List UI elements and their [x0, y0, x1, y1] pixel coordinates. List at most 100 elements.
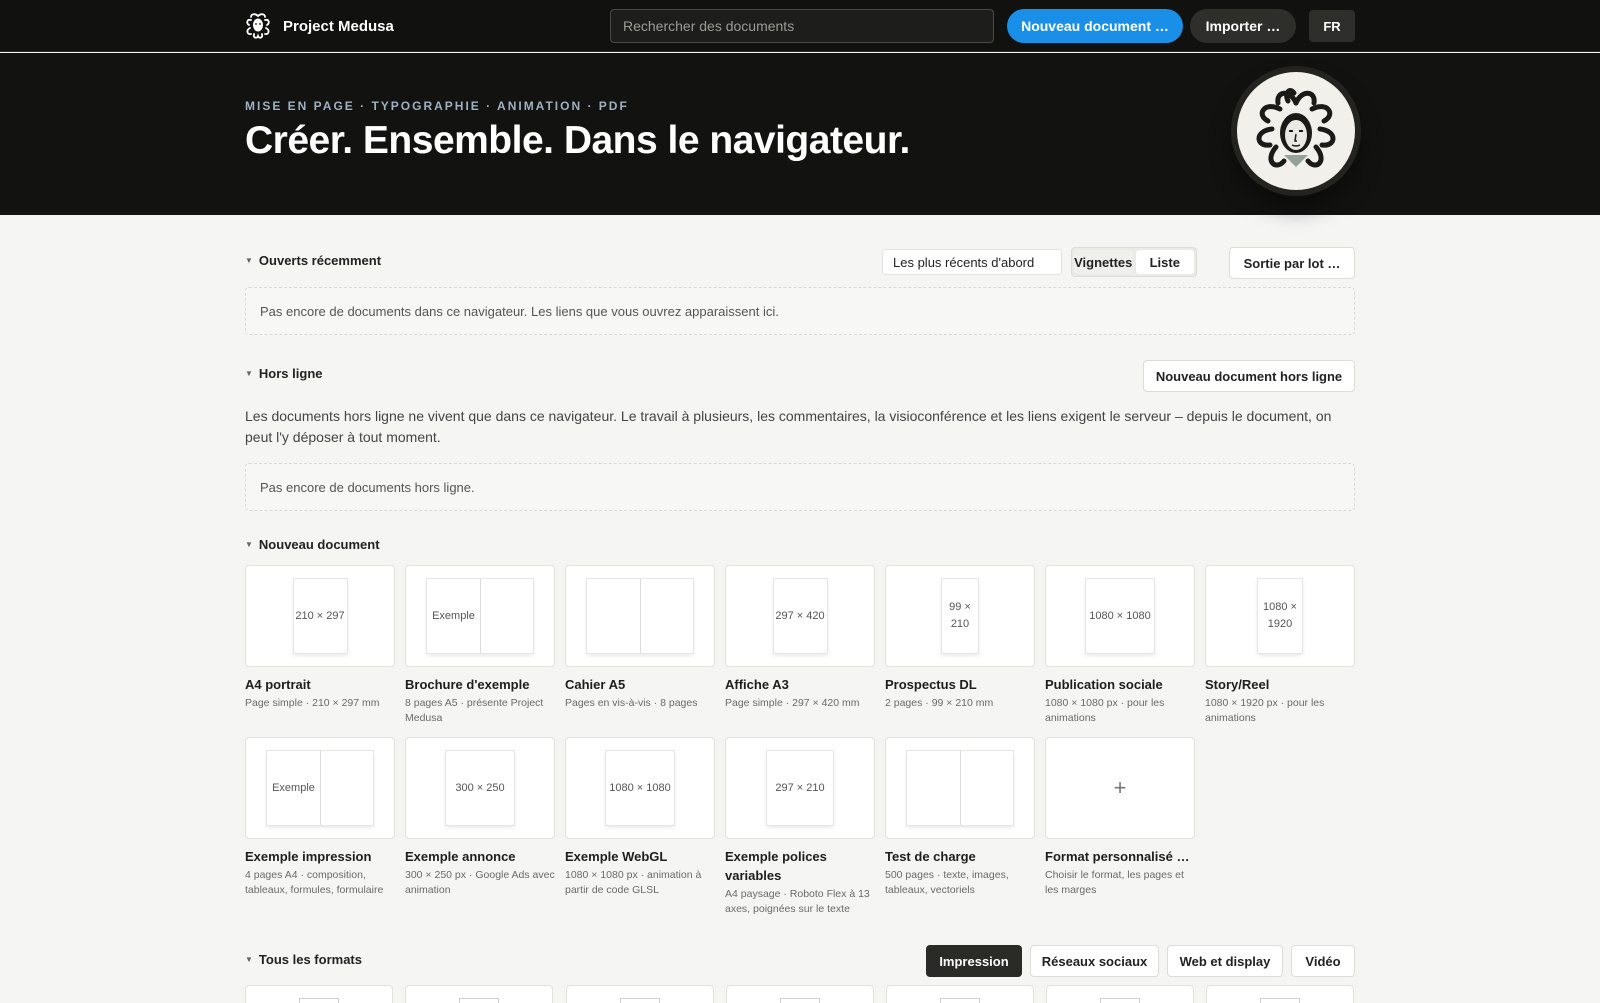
- template-subtitle: A4 paysage · Roboto Flex à 13 axes, poig…: [725, 888, 870, 915]
- template-subtitle: 500 pages · texte, images, tableaux, vec…: [885, 869, 1009, 896]
- view-list-button[interactable]: Liste: [1135, 250, 1194, 274]
- template-subtitle: 1080 × 1080 px · pour les animations: [1045, 697, 1165, 724]
- batch-output-button[interactable]: Sortie par lot …: [1229, 247, 1355, 279]
- template-thumbnail: 297 × 210: [725, 737, 875, 839]
- page-preview-right: [640, 579, 693, 653]
- template-card-load-test[interactable]: Test de charge 500 pages · texte, images…: [885, 737, 1035, 898]
- page-preview: [907, 751, 960, 825]
- page-preview: Exemple: [267, 751, 320, 825]
- format-card[interactable]: [886, 985, 1034, 1003]
- template-card-print-sample[interactable]: Exemple Exemple impression 4 pages A4 · …: [245, 737, 395, 898]
- section-offline-title: Hors ligne: [258, 366, 323, 381]
- page-preview: 1080 × 1080: [606, 751, 674, 825]
- section-offline-toggle[interactable]: ▼ Hors ligne: [245, 366, 323, 381]
- template-card-custom-format[interactable]: + Format personnalisé … Choisir le forma…: [1045, 737, 1195, 898]
- format-card[interactable]: [1046, 985, 1194, 1003]
- tab-print[interactable]: Impression: [926, 945, 1022, 977]
- offline-description: Les documents hors ligne ne vivent que d…: [245, 408, 1332, 445]
- template-card-webgl-sample[interactable]: 1080 × 1080 Exemple WebGL 1080 × 1080 px…: [565, 737, 715, 898]
- template-thumbnail: 1080 × 1080: [565, 737, 715, 839]
- view-toggle: Vignettes Liste: [1071, 247, 1197, 277]
- search-input[interactable]: [610, 9, 994, 43]
- format-card[interactable]: [726, 985, 874, 1003]
- page-preview: 210 × 297: [293, 579, 347, 653]
- section-recent-toggle[interactable]: ▼ Ouverts récemment: [245, 253, 381, 268]
- format-card[interactable]: [405, 985, 553, 1003]
- template-thumbnail: 1080 × 1080: [1045, 565, 1195, 667]
- brand[interactable]: Project Medusa: [245, 11, 394, 41]
- template-title: Publication sociale: [1045, 677, 1163, 692]
- page-preview: 297 × 210: [767, 751, 833, 825]
- offline-empty-state: Pas encore de documents hors ligne.: [245, 463, 1355, 511]
- template-subtitle: Choisir le format, les pages et les marg…: [1045, 869, 1184, 896]
- template-card-a3-poster[interactable]: 297 × 420 Affiche A3 Page simple · 297 ×…: [725, 565, 875, 711]
- template-subtitle: 4 pages A4 · composition, tableaux, form…: [245, 869, 384, 896]
- template-subtitle: 8 pages A5 · présente Project Medusa: [405, 697, 544, 724]
- tab-web-display[interactable]: Web et display: [1167, 945, 1283, 977]
- format-card[interactable]: [1206, 985, 1354, 1003]
- spread-preview: [907, 751, 1013, 825]
- page-preview: [587, 579, 640, 653]
- template-thumbnail: 210 × 297: [245, 565, 395, 667]
- format-card[interactable]: [566, 985, 714, 1003]
- template-title: Exemple impression: [245, 849, 372, 864]
- page-preview: 297 × 420: [773, 579, 827, 653]
- template-subtitle: Page simple · 210 × 297 mm: [245, 697, 380, 709]
- brand-name: Project Medusa: [283, 17, 394, 35]
- page-preview: 1080 × 1920: [1258, 579, 1302, 653]
- template-subtitle: 1080 × 1080 px · animation à partir de c…: [565, 869, 702, 896]
- template-card-social-post[interactable]: 1080 × 1080 Publication sociale 1080 × 1…: [1045, 565, 1195, 726]
- section-all-formats-toggle[interactable]: ▼ Tous les formats: [245, 952, 362, 967]
- new-document-button[interactable]: Nouveau document …: [1007, 9, 1183, 43]
- new-offline-document-button[interactable]: Nouveau document hors ligne: [1143, 360, 1355, 392]
- template-title: A4 portrait: [245, 677, 311, 692]
- view-thumbnails-button[interactable]: Vignettes: [1074, 250, 1133, 274]
- page-preview: 99 × 210: [942, 579, 978, 653]
- spread-preview: Exemple: [267, 751, 373, 825]
- section-recent-title: Ouverts récemment: [258, 253, 382, 268]
- template-title: Exemple polices variables: [725, 849, 827, 883]
- template-title: Exemple WebGL: [565, 849, 668, 864]
- template-title: Affiche A3: [725, 677, 789, 692]
- collapse-triangle-icon: ▼: [245, 256, 253, 265]
- template-card-dl-flyer[interactable]: 99 × 210 Prospectus DL 2 pages · 99 × 21…: [885, 565, 1035, 711]
- section-new-document-toggle[interactable]: ▼ Nouveau document: [245, 537, 380, 552]
- spread-preview: [587, 579, 693, 653]
- template-title: Cahier A5: [565, 677, 626, 692]
- template-card-sample-brochure[interactable]: Exemple Brochure d'exemple 8 pages A5 · …: [405, 565, 555, 726]
- tab-video[interactable]: Vidéo: [1291, 945, 1355, 977]
- top-bar: Project Medusa Nouveau document … Import…: [0, 0, 1600, 52]
- template-card-a5-booklet[interactable]: Cahier A5 Pages en vis-à-vis · 8 pages: [565, 565, 715, 711]
- import-button[interactable]: Importer …: [1190, 9, 1296, 43]
- template-title: Story/Reel: [1205, 677, 1270, 692]
- template-subtitle: Page simple · 297 × 420 mm: [725, 697, 860, 709]
- page-preview-right: [320, 751, 373, 825]
- plus-icon: +: [1113, 775, 1127, 800]
- template-title: Format personnalisé …: [1045, 849, 1190, 864]
- template-thumbnail: 300 × 250: [405, 737, 555, 839]
- sort-select[interactable]: Les plus récents d'abord: [882, 249, 1062, 275]
- template-title: Brochure d'exemple: [405, 677, 530, 692]
- template-thumbnail: [565, 565, 715, 667]
- template-subtitle: Pages en vis-à-vis · 8 pages: [565, 697, 698, 709]
- template-title: Test de charge: [885, 849, 976, 864]
- medusa-head-icon: [1256, 88, 1336, 168]
- tab-social[interactable]: Réseaux sociaux: [1030, 945, 1159, 977]
- template-subtitle: 2 pages · 99 × 210 mm: [885, 697, 994, 709]
- format-card[interactable]: [245, 985, 393, 1003]
- language-button[interactable]: FR: [1309, 10, 1355, 42]
- template-thumbnail: Exemple: [405, 565, 555, 667]
- template-card-variable-fonts[interactable]: 297 × 210 Exemple polices variables A4 p…: [725, 737, 875, 917]
- template-card-ad-sample[interactable]: 300 × 250 Exemple annonce 300 × 250 px ·…: [405, 737, 555, 898]
- template-thumbnail: Exemple: [245, 737, 395, 839]
- hero-banner: MISE EN PAGE · TYPOGRAPHIE · ANIMATION ·…: [0, 53, 1600, 215]
- section-new-document-title: Nouveau document: [258, 537, 380, 552]
- collapse-triangle-icon: ▼: [245, 369, 253, 378]
- page-preview-right: [960, 751, 1013, 825]
- template-card-story-reel[interactable]: 1080 × 1920 Story/Reel 1080 × 1920 px · …: [1205, 565, 1355, 726]
- template-card-a4-portrait[interactable]: 210 × 297 A4 portrait Page simple · 210 …: [245, 565, 395, 711]
- spread-preview: Exemple: [427, 579, 533, 653]
- page-preview: 1080 × 1080: [1086, 579, 1154, 653]
- template-thumbnail: [885, 737, 1035, 839]
- recent-empty-state: Pas encore de documents dans ce navigate…: [245, 287, 1355, 335]
